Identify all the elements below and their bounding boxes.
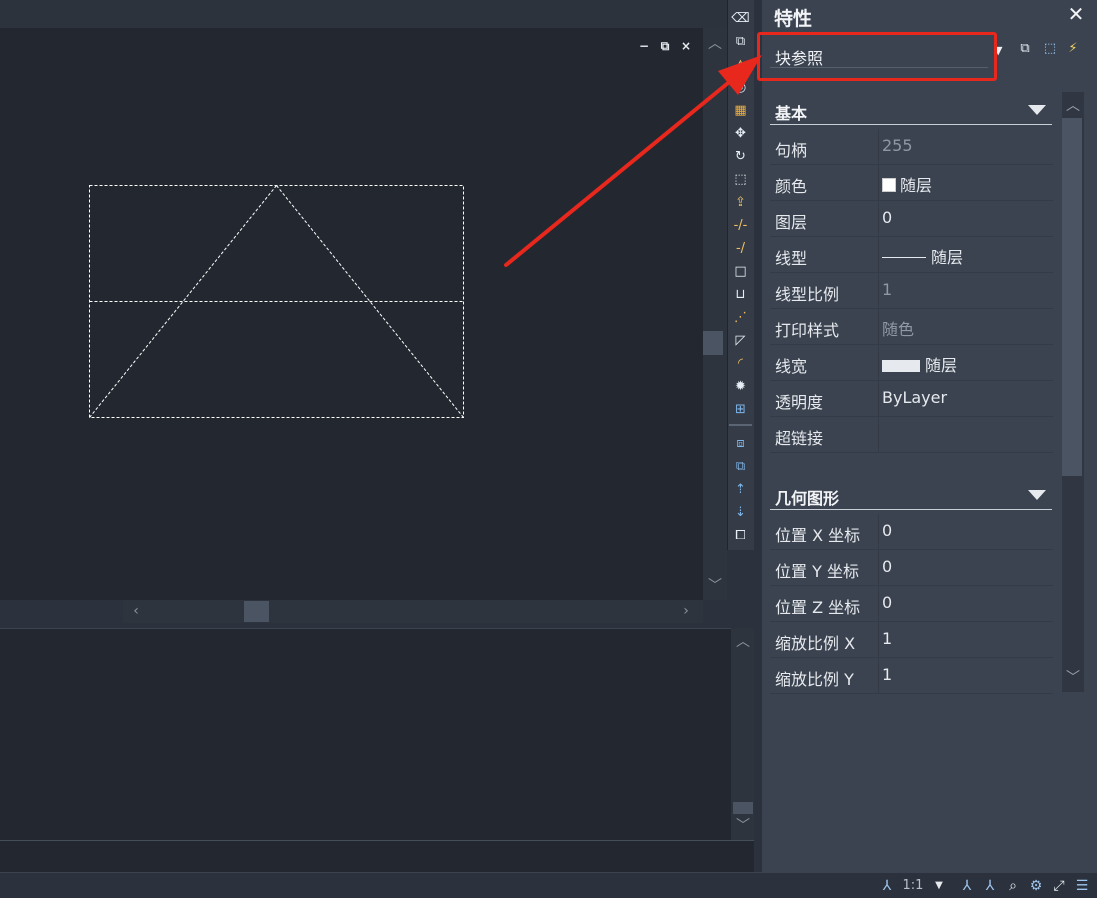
annotation-arrow-head	[718, 55, 762, 95]
settings-gear-icon[interactable]: ⚙	[1026, 876, 1046, 896]
fullscreen-icon[interactable]: ⤢	[1049, 876, 1069, 896]
auto-scale-icon[interactable]: ⅄	[980, 876, 1000, 896]
annotation-scale-icon[interactable]: ⅄	[878, 876, 896, 896]
workspace-icon[interactable]: ⌕	[1003, 876, 1023, 896]
annotation-visibility-icon[interactable]: ⅄	[957, 876, 977, 896]
customization-menu-icon[interactable]: ☰	[1072, 876, 1092, 896]
annotation-scale-dropdown-icon[interactable]: ▼	[931, 876, 947, 896]
annotation-arrow	[504, 55, 762, 267]
annotation-scale-value[interactable]: 1:1	[897, 876, 929, 896]
annotation-arrow-shaft	[504, 81, 730, 267]
